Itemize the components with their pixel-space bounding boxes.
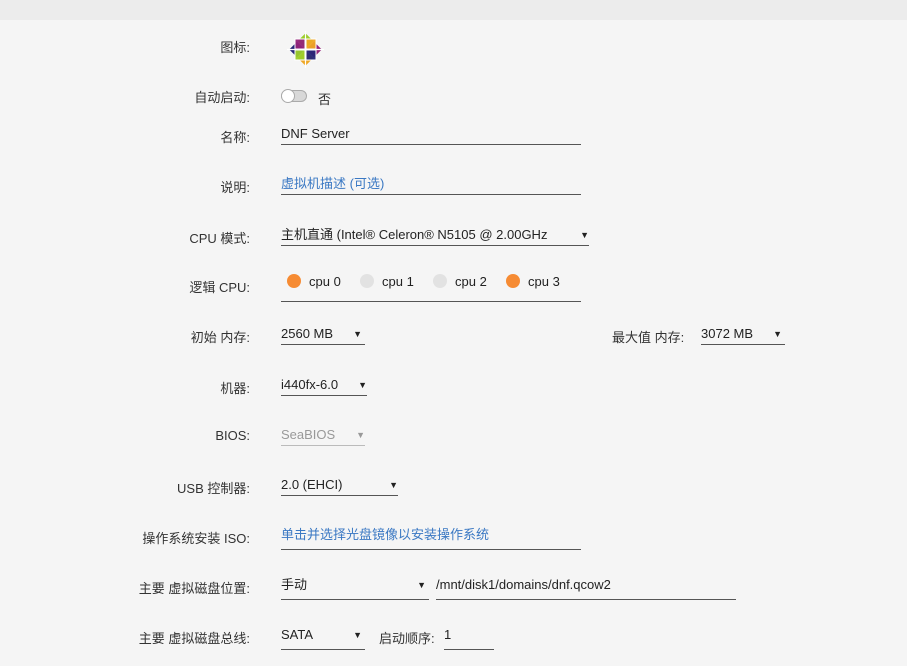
cpu-3-checkbox[interactable]: cpu 3 [506,271,560,293]
autostart-toggle[interactable] [281,89,307,103]
max-memory-label: 最大值 内存: [612,330,685,345]
checkbox-off-icon [360,274,374,288]
name-input[interactable]: DNF Server [281,123,581,145]
description-label: 说明: [220,180,250,195]
icon-label: 图标: [220,40,250,55]
autostart-label: 自动启动: [194,90,250,105]
bios-label: BIOS: [215,428,250,443]
usb-controller-select[interactable]: 2.0 (EHCI) ▼ [281,474,398,496]
initial-memory-select[interactable]: 2560 MB ▼ [281,323,365,345]
machine-select[interactable]: i440fx-6.0 ▼ [281,374,367,396]
toggle-knob [281,89,295,103]
chevron-down-icon: ▼ [580,230,589,240]
checkbox-on-icon [287,274,301,288]
boot-order-input[interactable]: 1 [444,624,494,650]
usb-controller-label: USB 控制器: [177,481,250,496]
primary-disk-bus-label: 主要 虚拟磁盘总线: [138,631,250,646]
checkbox-on-icon [506,274,520,288]
cpu-mode-label: CPU 模式: [189,231,250,246]
chevron-down-icon: ▼ [353,329,362,339]
primary-disk-location-label: 主要 虚拟磁盘位置: [138,581,250,596]
autostart-value: 否 [318,92,332,107]
chevron-down-icon: ▼ [358,380,367,390]
os-iso-label: 操作系统安装 ISO: [142,531,250,546]
cpu-0-checkbox[interactable]: cpu 0 [287,271,341,293]
machine-label: 机器: [220,381,250,396]
chevron-down-icon: ▼ [356,430,365,440]
cpu-2-checkbox[interactable]: cpu 2 [433,271,487,293]
centos-logo-icon[interactable] [283,27,328,72]
chevron-down-icon: ▼ [389,480,398,490]
checkbox-off-icon [433,274,447,288]
os-iso-input[interactable]: 单击并选择光盘镜像以安装操作系统 [281,524,581,550]
logical-cpu-group: cpu 0 cpu 1 cpu 2 cpu 3 [281,271,581,302]
cpu-mode-value: 主机直通 (Intel® Celeron® N5105 @ 2.00GHz [281,227,548,242]
initial-memory-label: 初始 内存: [190,330,250,345]
chevron-down-icon: ▼ [417,580,426,590]
cpu-mode-select[interactable]: 主机直通 (Intel® Celeron® N5105 @ 2.00GHz ▼ [281,224,589,246]
primary-disk-mode-select[interactable]: 手动 ▼ [281,574,429,600]
chevron-down-icon: ▼ [353,630,362,640]
top-strip [0,0,907,20]
max-memory-select[interactable]: 3072 MB ▼ [701,323,785,345]
primary-disk-path-input[interactable]: /mnt/disk1/domains/dnf.qcow2 [436,574,736,600]
chevron-down-icon: ▼ [773,329,782,339]
name-label: 名称: [220,130,250,145]
primary-disk-bus-select[interactable]: SATA ▼ [281,624,365,650]
cpu-1-checkbox[interactable]: cpu 1 [360,271,414,293]
logical-cpu-label: 逻辑 CPU: [189,280,250,295]
description-input[interactable]: 虚拟机描述 (可选) [281,173,581,195]
bios-select: SeaBIOS ▼ [281,424,365,446]
boot-order-label: 启动顺序: [379,631,435,646]
